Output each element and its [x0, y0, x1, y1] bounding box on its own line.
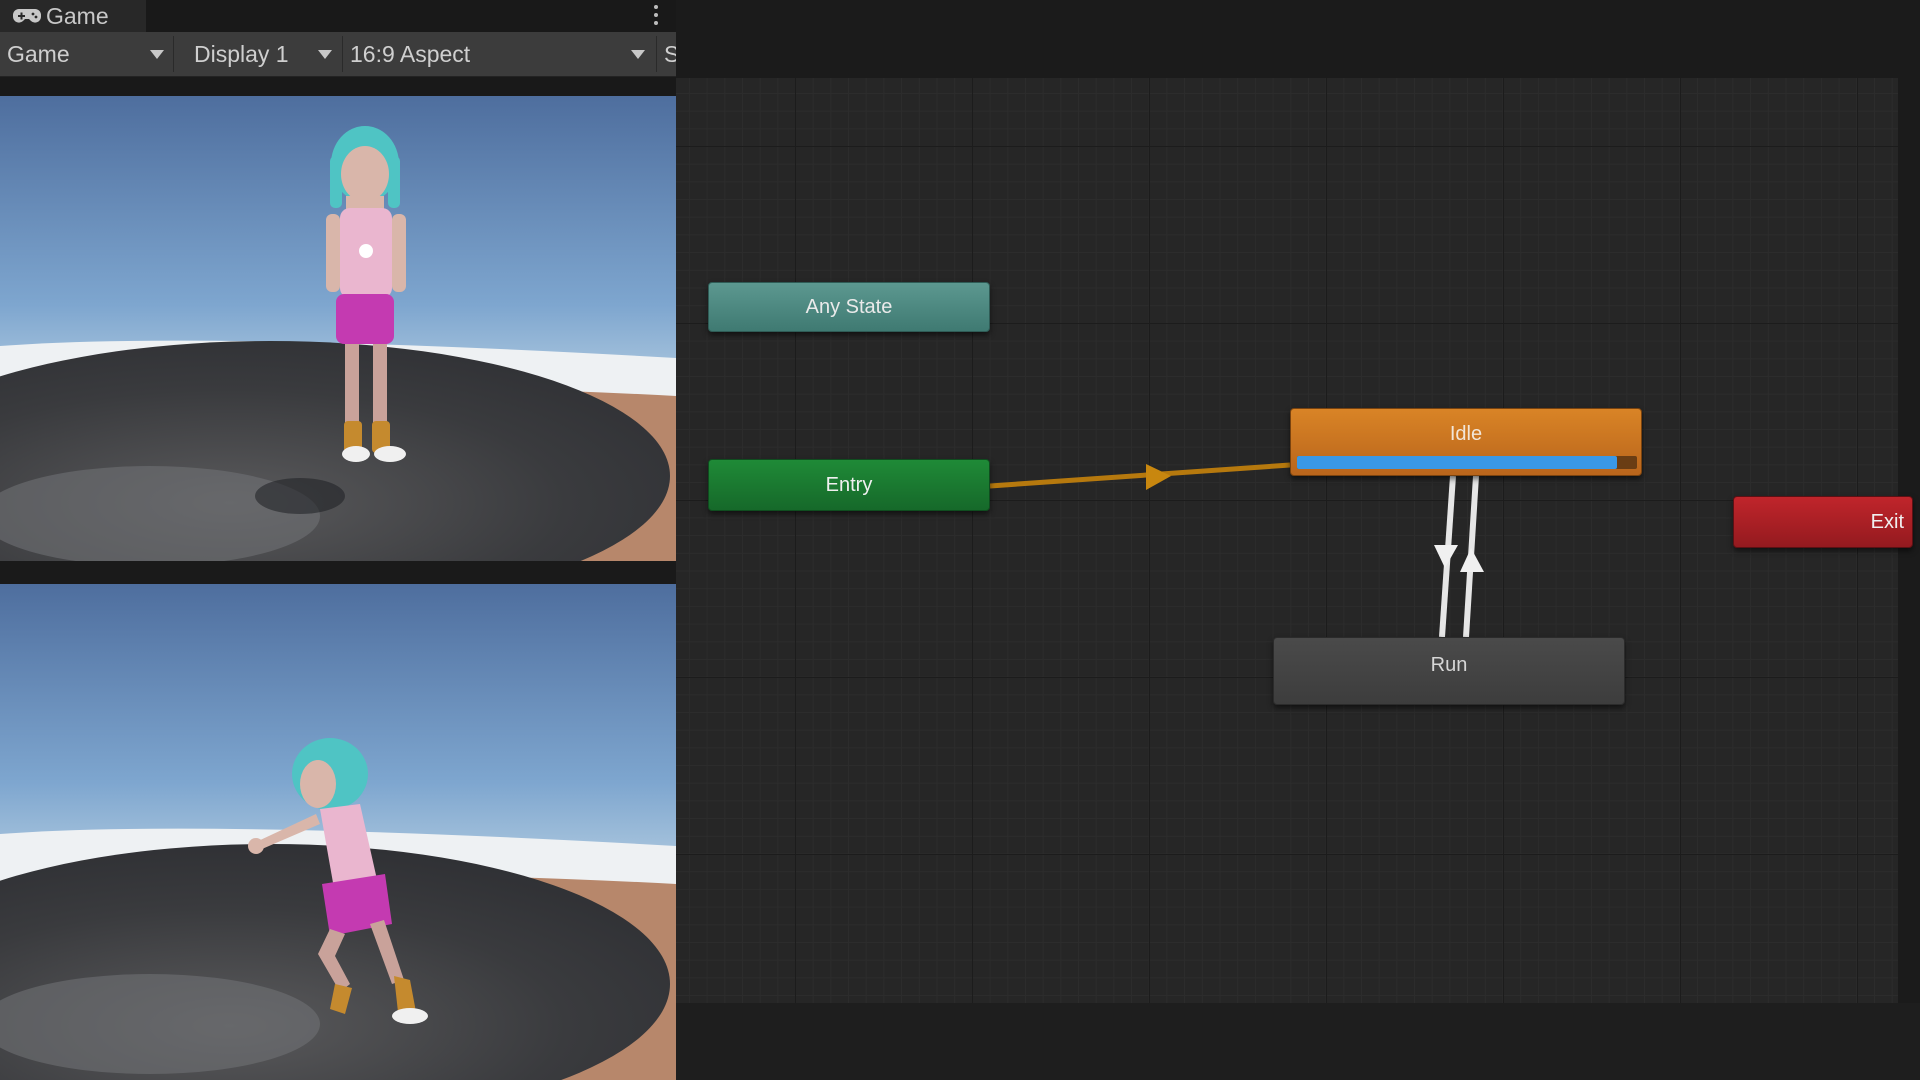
display-dropdown[interactable]: Display 1 [176, 32, 340, 76]
state-exit[interactable]: Exit [1733, 496, 1913, 548]
toolbar-divider [173, 36, 174, 72]
state-label: Idle [1449, 423, 1483, 445]
toolbar-divider [656, 36, 657, 72]
more-options-icon[interactable] [650, 3, 662, 27]
state-run[interactable]: Run [1273, 637, 1625, 705]
game-view-idle[interactable] [0, 96, 676, 561]
display-value: Display 1 [194, 40, 289, 67]
chevron-down-icon [318, 50, 332, 59]
game-scene-idle [0, 96, 676, 561]
gamepad-icon [13, 9, 41, 23]
game-window: Game Game Display 1 16:9 Aspect S [0, 0, 679, 1080]
state-progress-bar [1297, 456, 1637, 469]
transition-entry-to-idle[interactable] [989, 462, 1291, 490]
chevron-down-icon [631, 50, 645, 59]
tab-label: Game [46, 2, 109, 29]
tab-game[interactable]: Game [0, 0, 146, 32]
state-label: Entry [825, 473, 873, 496]
aspect-ratio-value: 16:9 Aspect [350, 40, 471, 67]
state-label: Exit [1870, 510, 1904, 533]
game-view-run[interactable] [0, 584, 676, 1080]
game-mode-dropdown[interactable]: Game [0, 32, 172, 76]
transition-run-to-idle[interactable] [1460, 475, 1484, 638]
state-progress-fill [1297, 456, 1617, 469]
state-any-state[interactable]: Any State [708, 282, 990, 332]
game-toolbar: Game Display 1 16:9 Aspect S [0, 32, 679, 77]
animator-window: Any State Entry Idle Run Exit [676, 0, 1920, 1080]
aspect-ratio-dropdown[interactable]: 16:9 Aspect [344, 32, 653, 76]
state-entry[interactable]: Entry [708, 459, 990, 511]
chevron-down-icon [150, 50, 164, 59]
game-mode-value: Game [7, 40, 70, 67]
state-idle[interactable]: Idle [1290, 408, 1642, 476]
game-scene-run [0, 584, 676, 1080]
state-label: Run [1430, 654, 1468, 676]
view-separator [0, 561, 676, 584]
transition-idle-to-run[interactable] [1434, 475, 1458, 638]
toolbar-divider [342, 36, 343, 72]
state-label: Any State [805, 295, 893, 318]
tab-bar: Game [0, 0, 676, 32]
